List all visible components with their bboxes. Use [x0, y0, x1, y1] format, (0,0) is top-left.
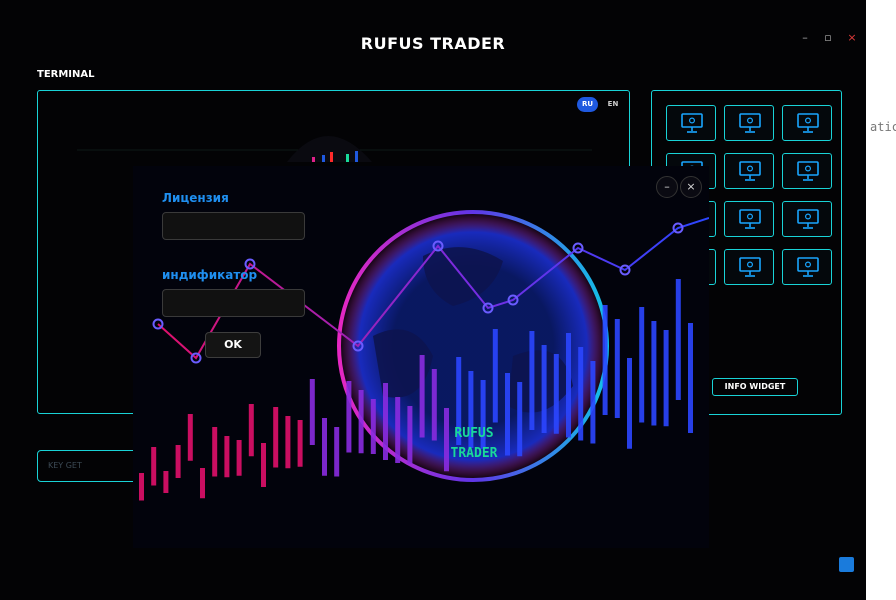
candle [139, 473, 144, 501]
candle [248, 404, 254, 457]
candle [346, 381, 352, 453]
window-minimize-button[interactable]: – [796, 30, 814, 46]
widget-monitor-button[interactable] [724, 201, 774, 237]
candle [492, 329, 498, 423]
candle [236, 440, 242, 476]
candle [602, 305, 608, 415]
candle [370, 399, 376, 454]
key-get-input[interactable]: KEY GET [37, 450, 147, 482]
dialog-minimize-button[interactable]: – [656, 176, 678, 198]
candle [273, 407, 279, 468]
candle [419, 355, 425, 438]
candle [517, 382, 523, 457]
license-label: Лицензия [162, 191, 229, 205]
ok-button[interactable]: OK [205, 332, 261, 358]
widget-monitor-button[interactable] [782, 105, 832, 141]
monitor-icon [797, 257, 819, 277]
candle [675, 279, 681, 400]
candle [590, 361, 596, 444]
candle [688, 323, 693, 433]
lang-ru-toggle[interactable]: RU [577, 97, 598, 112]
background-text-fragment: atic [870, 120, 896, 134]
send-icon[interactable] [839, 557, 854, 572]
candle [614, 319, 620, 418]
candle [175, 445, 181, 478]
monitor-icon [739, 113, 761, 133]
candle [151, 447, 157, 486]
candle [553, 354, 559, 434]
candle [505, 373, 510, 456]
candle [334, 427, 340, 477]
candle [309, 379, 315, 445]
candle [322, 418, 327, 476]
widget-monitor-button[interactable] [782, 153, 832, 189]
widget-monitor-button[interactable] [724, 153, 774, 189]
candle [578, 347, 584, 441]
candle [529, 331, 535, 430]
monitor-icon [797, 113, 819, 133]
candle [639, 307, 645, 423]
candle [224, 436, 230, 478]
candle [200, 468, 205, 499]
terminal-label: TERMINAL [37, 69, 95, 80]
app-title: RUFUS TRADER [360, 34, 506, 53]
window-maximize-button[interactable]: ▫ [819, 30, 837, 46]
identifier-label: индификатор [162, 268, 258, 282]
candle [383, 383, 388, 460]
brand-line-2: TRADER [450, 446, 498, 461]
candle [163, 471, 169, 493]
brand-line-1: RUFUS [454, 426, 494, 441]
widget-monitor-button[interactable] [782, 201, 832, 237]
candle [187, 414, 193, 461]
monitor-icon [739, 257, 761, 277]
widget-monitor-button[interactable] [666, 105, 716, 141]
candle [285, 416, 291, 469]
window-close-button[interactable]: × [843, 30, 861, 46]
widget-monitor-button[interactable] [724, 105, 774, 141]
candle [431, 369, 437, 441]
candle [395, 397, 401, 463]
candle [407, 406, 413, 464]
background-window-strip: atic [866, 0, 896, 600]
candle [566, 333, 571, 438]
dialog-close-button[interactable]: × [680, 176, 702, 198]
widget-monitor-button[interactable] [782, 249, 832, 285]
candle [212, 427, 218, 477]
widget-monitor-button[interactable] [724, 249, 774, 285]
monitor-icon [739, 161, 761, 181]
candle [358, 390, 364, 454]
candle [261, 443, 266, 487]
lang-en-toggle[interactable]: EN [605, 97, 621, 112]
monitor-icon [797, 209, 819, 229]
info-widget-button[interactable]: INFO WIDGET [712, 378, 798, 396]
candle [651, 321, 657, 426]
candle [297, 420, 303, 467]
candle [541, 345, 547, 433]
monitor-icon [797, 161, 819, 181]
candle [663, 330, 669, 427]
brand-logo: RUFUS TRADER [443, 424, 505, 464]
identifier-input[interactable] [162, 289, 305, 317]
license-input[interactable] [162, 212, 305, 240]
candle [627, 358, 632, 449]
monitor-icon [681, 113, 703, 133]
monitor-icon [739, 209, 761, 229]
